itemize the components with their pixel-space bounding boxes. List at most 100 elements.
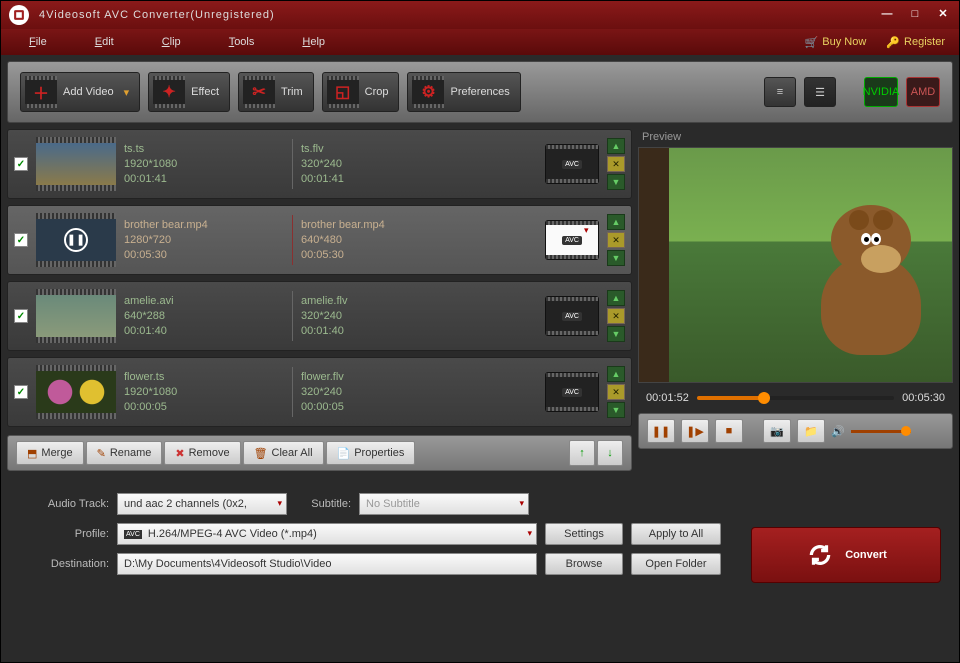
effect-button[interactable]: ✦ Effect — [148, 72, 230, 112]
list-icon: ≡ — [777, 86, 783, 98]
file-row[interactable]: ✓ amelie.avi640*28800:01:40 amelie.flv32… — [7, 281, 632, 351]
stop-button[interactable]: ■ — [715, 419, 743, 443]
remove-row-button[interactable]: ✕ — [607, 384, 625, 400]
volume-slider[interactable] — [851, 430, 911, 433]
output-info: ts.flv320*24000:01:41 — [301, 142, 461, 187]
checkbox[interactable]: ✓ — [14, 157, 28, 171]
x-icon: ✖ — [175, 447, 184, 460]
remove-row-button[interactable]: ✕ — [607, 156, 625, 172]
seek-bar[interactable] — [697, 396, 894, 400]
destination-label: Destination: — [19, 558, 109, 570]
detail-view-button[interactable]: ☰ — [804, 77, 836, 107]
pause-overlay-icon: ❚❚ — [64, 228, 88, 252]
menu-file[interactable]: File — [5, 32, 71, 52]
checkbox[interactable]: ✓ — [14, 233, 28, 247]
crop-button[interactable]: ◱ Crop — [322, 72, 400, 112]
source-info: brother bear.mp41280*72000:05:30 — [124, 218, 284, 263]
folder-icon: 📁 — [804, 425, 818, 438]
open-folder-button[interactable]: Open Folder — [631, 553, 721, 575]
nvidia-badge: NVIDIA — [864, 77, 898, 107]
refresh-icon — [805, 540, 835, 570]
remove-button[interactable]: ✖Remove — [164, 441, 240, 465]
rows-icon: ☰ — [815, 86, 825, 99]
gear-icon: ⚙ — [421, 82, 435, 102]
subtitle-label: Subtitle: — [295, 498, 351, 510]
crop-icon: ◱ — [335, 82, 350, 102]
format-button[interactable]: AVC — [545, 144, 599, 184]
register-link[interactable]: 🔑Register — [876, 32, 955, 53]
remove-row-button[interactable]: ✕ — [607, 308, 625, 324]
maximize-button[interactable]: □ — [907, 7, 923, 23]
format-button[interactable]: AVC▾ — [545, 220, 599, 260]
menu-help[interactable]: Help — [278, 32, 349, 52]
format-button[interactable]: AVC — [545, 296, 599, 336]
move-down-button[interactable]: ▼ — [607, 250, 625, 266]
list-view-button[interactable]: ≡ — [764, 77, 796, 107]
cart-icon: 🛒 — [805, 36, 819, 49]
trash-icon: 🗑 — [254, 447, 268, 460]
source-info: ts.ts1920*108000:01:41 — [124, 142, 284, 187]
app-logo-icon — [9, 5, 29, 25]
key-icon: 🔑 — [886, 36, 900, 49]
move-up-button[interactable]: ▲ — [607, 214, 625, 230]
preview-label: Preview — [638, 129, 953, 147]
apply-all-button[interactable]: Apply to All — [631, 523, 721, 545]
minimize-button[interactable]: — — [879, 7, 895, 23]
menu-edit[interactable]: Edit — [71, 32, 138, 52]
file-list: ✓ ts.ts1920*108000:01:41 ts.flv320*24000… — [7, 129, 632, 427]
browse-button[interactable]: Browse — [545, 553, 623, 575]
window-title: 4Videosoft AVC Converter(Unregistered) — [39, 9, 879, 21]
pause-icon: ❚❚ — [652, 425, 670, 438]
rename-button[interactable]: ✎Rename — [86, 441, 163, 465]
step-button[interactable]: ❚▶ — [681, 419, 709, 443]
move-up-button[interactable]: ▲ — [607, 290, 625, 306]
merge-icon: ⬒ — [27, 447, 37, 460]
destination-input[interactable]: D:\My Documents\4Videosoft Studio\Video — [117, 553, 537, 575]
pencil-icon: ✎ — [97, 447, 106, 460]
output-info: flower.flv320*24000:00:05 — [301, 370, 461, 415]
close-button[interactable]: ✕ — [935, 7, 951, 23]
move-up-button[interactable]: ▲ — [607, 366, 625, 382]
app-window: 4Videosoft AVC Converter(Unregistered) —… — [0, 0, 960, 663]
buy-now-link[interactable]: 🛒Buy Now — [795, 32, 877, 53]
snapshot-folder-button[interactable]: 📁 — [797, 419, 825, 443]
doc-icon: 📄 — [337, 447, 351, 460]
subtitle-combo[interactable]: No Subtitle▾ — [359, 493, 529, 515]
settings-panel: Audio Track: und aac 2 channels (0x2,▾ S… — [7, 481, 953, 595]
dropdown-arrow-icon: ▾ — [124, 86, 130, 99]
move-down-button[interactable]: ▼ — [607, 326, 625, 342]
format-button[interactable]: AVC — [545, 372, 599, 412]
properties-button[interactable]: 📄Properties — [326, 441, 416, 465]
chevron-down-icon: ▾ — [519, 498, 524, 509]
thumbnail — [36, 365, 116, 419]
audio-track-combo[interactable]: und aac 2 channels (0x2,▾ — [117, 493, 287, 515]
move-up-button[interactable]: ▲ — [607, 138, 625, 154]
current-time: 00:01:52 — [646, 392, 689, 404]
menu-clip[interactable]: Clip — [138, 32, 205, 52]
move-down-button[interactable]: ▼ — [607, 402, 625, 418]
chevron-down-icon: ▾ — [584, 225, 594, 235]
file-row[interactable]: ✓ ts.ts1920*108000:01:41 ts.flv320*24000… — [7, 129, 632, 199]
preview-timeline: 00:01:52 00:05:30 — [638, 383, 953, 413]
convert-button[interactable]: Convert — [751, 527, 941, 583]
move-up-list-button[interactable]: ↑ — [569, 440, 595, 466]
file-row[interactable]: ✓ flower.ts1920*108000:00:05 flower.flv3… — [7, 357, 632, 427]
move-down-button[interactable]: ▼ — [607, 174, 625, 190]
profile-combo[interactable]: AVCH.264/MPEG-4 AVC Video (*.mp4)▾ — [117, 523, 537, 545]
preview-panel: Preview 00:01:52 — [638, 129, 953, 471]
menu-tools[interactable]: Tools — [205, 32, 279, 52]
snapshot-button[interactable]: 📷 — [763, 419, 791, 443]
merge-button[interactable]: ⬒Merge — [16, 441, 84, 465]
remove-row-button[interactable]: ✕ — [607, 232, 625, 248]
pause-button[interactable]: ❚❚ — [647, 419, 675, 443]
move-down-list-button[interactable]: ↓ — [597, 440, 623, 466]
add-video-button[interactable]: ＋ Add Video▾ — [20, 72, 140, 112]
file-row[interactable]: ✓ ❚❚ brother bear.mp41280*72000:05:30 br… — [7, 205, 632, 275]
preferences-button[interactable]: ⚙ Preferences — [407, 72, 520, 112]
plus-icon: ＋ — [33, 80, 49, 104]
checkbox[interactable]: ✓ — [14, 309, 28, 323]
settings-button[interactable]: Settings — [545, 523, 623, 545]
checkbox[interactable]: ✓ — [14, 385, 28, 399]
trim-button[interactable]: ✂ Trim — [238, 72, 314, 112]
clear-all-button[interactable]: 🗑Clear All — [243, 441, 324, 465]
